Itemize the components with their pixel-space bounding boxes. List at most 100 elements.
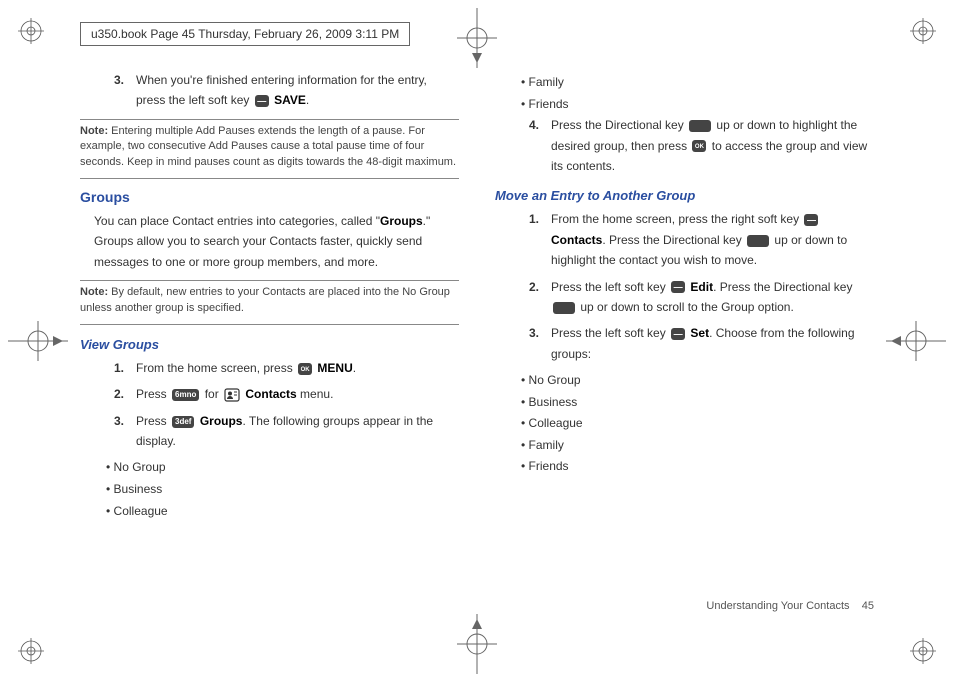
step-text: From the home screen, press the right so… — [551, 209, 874, 270]
heading-groups: Groups — [80, 189, 459, 205]
label-menu: MENU — [317, 361, 352, 375]
side-crop-icon — [447, 8, 507, 68]
step-number: 4. — [521, 115, 539, 176]
label-contacts: Contacts — [245, 387, 296, 401]
text: Press — [136, 387, 170, 401]
bullet-list: No Group Business Colleague — [80, 457, 459, 522]
text: Press — [136, 414, 170, 428]
list-item: Friends — [521, 456, 874, 478]
step-number: 2. — [106, 384, 124, 404]
page-content: 3. When you're finished entering informa… — [80, 70, 874, 612]
page-footer: Understanding Your Contacts 45 — [706, 600, 874, 612]
crop-mark-icon — [910, 638, 936, 664]
text: Press the Directional key — [551, 118, 687, 132]
side-crop-icon — [447, 614, 507, 674]
divider — [80, 178, 459, 179]
list-item: No Group — [521, 370, 874, 392]
step-text: Press the left soft key Set. Choose from… — [551, 323, 874, 364]
soft-key-icon — [255, 95, 269, 107]
list-item: Friends — [521, 94, 874, 116]
heading-move-entry: Move an Entry to Another Group — [495, 188, 874, 203]
step-number: 1. — [106, 358, 124, 378]
step-number: 2. — [521, 277, 539, 318]
right-column: Family Friends 4. Press the Directional … — [495, 70, 874, 612]
note-text: Entering multiple Add Pauses extends the… — [80, 125, 456, 168]
directional-key-icon — [553, 302, 575, 314]
label-edit: Edit — [690, 280, 713, 294]
crop-mark-icon — [18, 18, 44, 44]
label-save: SAVE — [274, 93, 306, 107]
list-item: Business — [106, 479, 459, 501]
step: 3. When you're finished entering informa… — [106, 70, 459, 111]
note-label: Note: — [80, 286, 108, 298]
text: up or down to scroll to the Group option… — [577, 300, 794, 314]
step: 2. Press the left soft key Edit. Press t… — [521, 277, 874, 318]
note: Note: By default, new entries to your Co… — [80, 285, 459, 316]
text: for — [201, 387, 222, 401]
side-crop-icon — [886, 311, 946, 371]
bullet-list: Family Friends — [495, 72, 874, 115]
list-item: Family — [521, 435, 874, 457]
divider — [80, 280, 459, 281]
label-contacts: Contacts — [551, 233, 602, 247]
text: Press the left soft key — [551, 326, 669, 340]
draft-header: u350.book Page 45 Thursday, February 26,… — [80, 22, 410, 46]
soft-key-icon — [671, 281, 685, 293]
text: You can place Contact entries into categ… — [94, 214, 380, 228]
step-number: 3. — [521, 323, 539, 364]
footer-page-number: 45 — [862, 600, 874, 612]
text: From the home screen, press — [136, 361, 296, 375]
step-text: When you're finished entering informatio… — [136, 70, 459, 111]
note: Note: Entering multiple Add Pauses exten… — [80, 124, 459, 170]
text: . Press the Directional key — [602, 233, 745, 247]
contacts-icon — [224, 388, 240, 402]
step-number: 3. — [106, 70, 124, 111]
divider — [80, 324, 459, 325]
directional-key-icon — [747, 235, 769, 247]
list-item: Colleague — [106, 501, 459, 523]
list-item: No Group — [106, 457, 459, 479]
label-set: Set — [690, 326, 709, 340]
text: . — [353, 361, 356, 375]
crop-mark-icon — [910, 18, 936, 44]
step-text: Press 3def Groups. The following groups … — [136, 411, 459, 452]
left-column: 3. When you're finished entering informa… — [80, 70, 459, 612]
soft-key-icon — [804, 214, 818, 226]
footer-section: Understanding Your Contacts — [706, 600, 849, 612]
step-number: 1. — [521, 209, 539, 270]
step: 2. Press 6mno for Contacts menu. — [106, 384, 459, 404]
soft-key-icon — [671, 328, 685, 340]
list-item: Business — [521, 392, 874, 414]
step-number: 3. — [106, 411, 124, 452]
ok-key-icon — [692, 140, 706, 152]
label-groups: Groups — [200, 414, 243, 428]
crop-mark-icon — [18, 638, 44, 664]
divider — [80, 119, 459, 120]
step: 3. Press 3def Groups. The following grou… — [106, 411, 459, 452]
text: Press the left soft key — [551, 280, 669, 294]
paragraph: You can place Contact entries into categ… — [80, 211, 459, 272]
step: 1. From the home screen, press MENU. — [106, 358, 459, 378]
note-text: By default, new entries to your Contacts… — [80, 286, 450, 313]
text: menu. — [297, 387, 334, 401]
step-text: Press the Directional key up or down to … — [551, 115, 874, 176]
heading-view-groups: View Groups — [80, 337, 459, 352]
digit-key-icon: 3def — [172, 416, 194, 428]
directional-key-icon — [689, 120, 711, 132]
side-crop-icon — [8, 311, 68, 371]
text: . — [306, 93, 309, 107]
list-item: Colleague — [521, 413, 874, 435]
step-text: From the home screen, press MENU. — [136, 358, 459, 378]
step-text: Press 6mno for Contacts menu. — [136, 384, 459, 404]
digit-key-icon: 6mno — [172, 389, 199, 401]
text-bold: Groups — [380, 214, 423, 228]
text: From the home screen, press the right so… — [551, 212, 802, 226]
note-label: Note: — [80, 125, 108, 137]
step-text: Press the left soft key Edit. Press the … — [551, 277, 874, 318]
step: 3. Press the left soft key Set. Choose f… — [521, 323, 874, 364]
step: 4. Press the Directional key up or down … — [521, 115, 874, 176]
bullet-list: No Group Business Colleague Family Frien… — [495, 370, 874, 478]
step: 1. From the home screen, press the right… — [521, 209, 874, 270]
ok-key-icon — [298, 363, 312, 375]
list-item: Family — [521, 72, 874, 94]
